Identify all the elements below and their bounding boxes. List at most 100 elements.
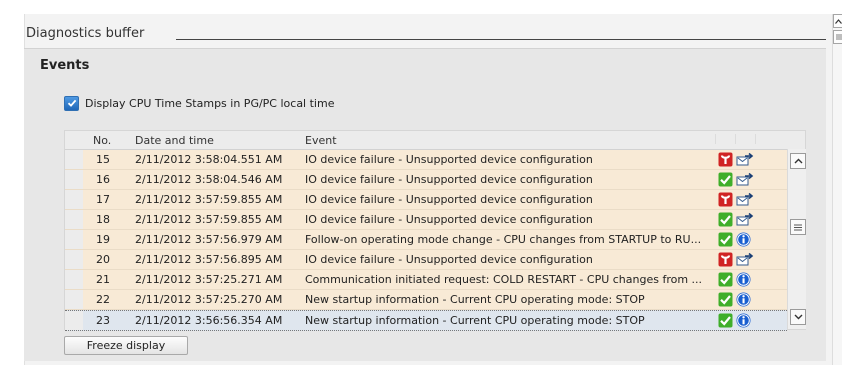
grip-icon	[835, 34, 842, 40]
table-scrollbar[interactable]	[787, 149, 806, 329]
panel-title: Diagnostics buffer	[26, 26, 151, 41]
timestamp-checkbox[interactable]	[64, 95, 79, 111]
row-status-cell	[718, 272, 733, 287]
table-row[interactable]: 15 2/11/2012 3:58:04.551 AM IO device fail…	[65, 150, 787, 170]
row-datetime: 2/11/2012 3:57:25.270 AM	[135, 293, 283, 306]
chevron-up-icon	[794, 158, 802, 164]
column-header-extra[interactable]	[755, 134, 768, 144]
row-type-cell	[736, 252, 754, 267]
row-event-text: Communication initiated request: COLD RE…	[305, 273, 703, 286]
ok-check-icon	[718, 313, 733, 328]
row-status-cell	[718, 212, 733, 227]
row-datetime: 2/11/2012 3:58:04.546 AM	[135, 173, 283, 186]
row-event-text: Follow-on operating mode change - CPU ch…	[305, 233, 702, 246]
row-gutter	[65, 170, 83, 189]
info-icon	[736, 232, 751, 247]
table-row[interactable]: 17 2/11/2012 3:57:59.855 AM IO device fail…	[65, 190, 787, 210]
row-event-text: IO device failure - Unsupported device c…	[305, 173, 593, 186]
row-type-cell	[736, 292, 754, 307]
ok-check-icon	[718, 232, 733, 247]
row-gutter	[65, 190, 83, 209]
row-number: 15	[96, 153, 110, 166]
checkmark-icon	[67, 99, 76, 107]
error-wrench-icon	[718, 192, 733, 207]
row-number: 20	[96, 253, 110, 266]
row-datetime: 2/11/2012 3:57:25.271 AM	[135, 273, 283, 286]
row-gutter	[65, 210, 83, 229]
row-event-text: IO device failure - Unsupported device c…	[305, 153, 593, 166]
column-header-type[interactable]	[735, 134, 748, 144]
row-type-cell	[736, 152, 754, 167]
row-gutter	[65, 230, 83, 249]
column-header-status[interactable]	[715, 134, 728, 144]
row-event-text: New startup information - Current CPU op…	[305, 293, 645, 306]
outgoing-event-icon	[736, 152, 754, 166]
outgoing-event-icon	[736, 212, 754, 226]
row-number: 21	[96, 273, 110, 286]
row-status-cell	[718, 232, 733, 247]
row-status-cell	[718, 252, 733, 267]
table-row[interactable]: 20 2/11/2012 3:57:56.895 AM IO device fail…	[65, 250, 787, 270]
error-wrench-icon	[718, 152, 733, 167]
row-datetime: 2/11/2012 3:57:56.979 AM	[135, 233, 283, 246]
row-type-cell	[736, 192, 754, 207]
table-row[interactable]: 19 2/11/2012 3:57:56.979 AM Follow-on oper…	[65, 230, 787, 250]
table-row[interactable]: 16 2/11/2012 3:58:04.546 AM IO device fail…	[65, 170, 787, 190]
window-scroll-thumb[interactable]	[833, 30, 842, 44]
row-event-text: IO device failure - Unsupported device c…	[305, 213, 593, 226]
chevron-up-icon	[835, 18, 842, 24]
row-number: 18	[96, 213, 110, 226]
row-gutter	[65, 290, 83, 309]
row-status-cell	[718, 172, 733, 187]
row-number: 22	[96, 293, 110, 306]
grip-icon	[794, 224, 802, 230]
row-event-text: IO device failure - Unsupported device c…	[305, 253, 593, 266]
timestamp-option[interactable]: Display CPU Time Stamps in PG/PC local t…	[64, 95, 334, 111]
ok-check-icon	[718, 272, 733, 287]
info-icon	[736, 292, 751, 307]
events-section-title: Events	[40, 58, 90, 73]
row-type-cell	[736, 313, 754, 328]
row-event-text: New startup information - Current CPU op…	[305, 314, 645, 327]
row-gutter	[65, 250, 83, 269]
ok-check-icon	[718, 172, 733, 187]
chevron-down-icon	[794, 314, 802, 320]
column-header-datetime[interactable]: Date and time	[135, 134, 214, 147]
row-datetime: 2/11/2012 3:57:56.895 AM	[135, 253, 283, 266]
row-number: 16	[96, 173, 110, 186]
row-gutter	[65, 311, 83, 330]
table-row[interactable]: 21 2/11/2012 3:57:25.271 AM Communication …	[65, 270, 787, 290]
window-scrollbar[interactable]	[832, 14, 842, 365]
outgoing-event-icon	[736, 192, 754, 206]
row-type-cell	[736, 172, 754, 187]
row-number: 17	[96, 193, 110, 206]
column-header-no[interactable]: No.	[93, 134, 111, 147]
outgoing-event-icon	[736, 172, 754, 186]
row-type-cell	[736, 232, 754, 247]
info-icon	[736, 272, 751, 287]
row-status-cell	[718, 192, 733, 207]
row-datetime: 2/11/2012 3:57:59.855 AM	[135, 193, 283, 206]
scroll-down-button[interactable]	[790, 309, 806, 325]
timestamp-label: Display CPU Time Stamps in PG/PC local t…	[85, 96, 335, 110]
events-table: No. Date and time Event 15 2/11/2012 3:58…	[64, 130, 806, 331]
row-type-cell	[736, 272, 754, 287]
title-divider	[176, 39, 826, 40]
panel-title-row: Diagnostics buffer	[24, 26, 826, 42]
column-header-event[interactable]: Event	[305, 134, 337, 147]
scroll-up-button[interactable]	[790, 153, 806, 169]
ok-check-icon	[718, 212, 733, 227]
row-event-text: IO device failure - Unsupported device c…	[305, 193, 593, 206]
row-number: 19	[96, 233, 110, 246]
freeze-display-button[interactable]: Freeze display	[64, 336, 188, 355]
table-row[interactable]: 18 2/11/2012 3:57:59.855 AM IO device fail…	[65, 210, 787, 230]
row-status-cell	[718, 292, 733, 307]
row-datetime: 2/11/2012 3:57:59.855 AM	[135, 213, 283, 226]
table-row[interactable]: 23 2/11/2012 3:56:56.354 AM New startup in…	[65, 310, 787, 331]
scroll-thumb[interactable]	[790, 219, 806, 235]
row-status-cell	[718, 313, 733, 328]
ok-check-icon	[718, 292, 733, 307]
window-scroll-up-button[interactable]	[833, 14, 842, 28]
table-header: No. Date and time Event	[65, 131, 805, 150]
table-row[interactable]: 22 2/11/2012 3:57:25.270 AM New startup in…	[65, 290, 787, 310]
